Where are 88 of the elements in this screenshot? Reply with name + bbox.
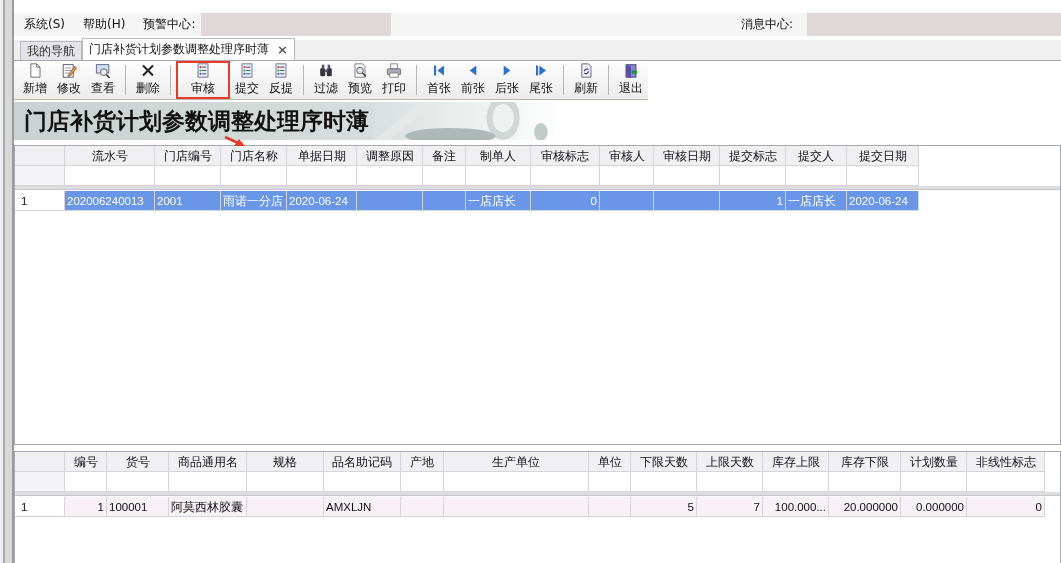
table-cell: 一店店长: [466, 191, 531, 211]
toolbar-button[interactable]: 提交: [230, 61, 264, 99]
toolbar-button[interactable]: 删除: [131, 61, 165, 99]
column-header[interactable]: 货号: [107, 452, 169, 472]
arrow: [224, 136, 246, 147]
table-cell: 5: [631, 497, 697, 517]
tab-label[interactable]: 我的导航: [27, 42, 75, 60]
column-header[interactable]: 流水号: [65, 146, 155, 166]
menu-item[interactable]: 帮助(H): [83, 16, 126, 33]
column-header[interactable]: 提交人: [786, 146, 847, 166]
field-label: 消息中心:: [740, 16, 793, 33]
toolbar-button[interactable]: 修改: [52, 61, 86, 99]
table-cell: 100001: [107, 497, 169, 517]
table-cell: 一店店长: [786, 191, 847, 211]
toolbar-button[interactable]: 新增: [18, 61, 52, 99]
table-cell: 202006240013: [65, 191, 155, 211]
toolbar-button[interactable]: 查看: [86, 61, 120, 99]
row-number: 1: [15, 497, 65, 517]
column-header[interactable]: 审核人: [600, 146, 654, 166]
table-cell: 2001: [155, 191, 221, 211]
column-header[interactable]: 计划数量: [901, 452, 967, 472]
toolbar-button[interactable]: 反提: [264, 61, 298, 99]
tab-label[interactable]: 门店补货计划参数调整处理序时薄: [89, 41, 269, 58]
toolbar-button[interactable]: 退出: [614, 61, 648, 99]
list-icon: [238, 63, 256, 78]
door-icon: [622, 63, 640, 78]
column-header[interactable]: 审核日期: [654, 146, 720, 166]
column-header[interactable]: 单位: [589, 452, 631, 472]
preview-icon: [351, 63, 369, 78]
table-cell: 0.000000: [901, 497, 967, 517]
table-cell: 0: [531, 191, 600, 211]
column-header[interactable]: 产地: [401, 452, 444, 472]
toolbar-button[interactable]: 尾张: [524, 61, 558, 99]
list-icon: [272, 63, 290, 78]
table-cell: AMXLJN: [324, 497, 401, 517]
toolbar-button[interactable]: 首张: [422, 61, 456, 99]
table-cell: 7: [697, 497, 763, 517]
toolbar-button[interactable]: 前张: [456, 61, 490, 99]
column-header[interactable]: 下限天数: [631, 452, 697, 472]
table-cell: 阿莫西林胶囊: [169, 497, 247, 517]
column-header[interactable]: 提交日期: [847, 146, 919, 166]
table-cell: 2020-06-24: [847, 191, 919, 211]
column-header[interactable]: 制单人: [466, 146, 531, 166]
table-cell: 100.000...: [763, 497, 829, 517]
column-header[interactable]: 库存上限: [763, 452, 829, 472]
field-label: 预警中心:: [143, 16, 196, 33]
table-header-cell: [15, 146, 65, 166]
column-header[interactable]: 生产单位: [444, 452, 589, 472]
column-header[interactable]: 品名助记码: [324, 452, 401, 472]
column-header[interactable]: 门店名称: [221, 146, 287, 166]
column-header[interactable]: 提交标志: [720, 146, 786, 166]
row-number: 1: [15, 191, 65, 211]
toolbar-button[interactable]: 后张: [490, 61, 524, 99]
edit-icon: [60, 63, 78, 78]
column-header[interactable]: 编号: [65, 452, 107, 472]
table-cell: 1: [65, 497, 107, 517]
column-header[interactable]: 库存下限: [829, 452, 901, 472]
toolbar-button[interactable]: 过滤: [309, 61, 343, 99]
toolbar-button[interactable]: 打印: [377, 61, 411, 99]
close-icon[interactable]: ×: [277, 42, 288, 57]
column-header[interactable]: 备注: [423, 146, 466, 166]
page-title: 门店补货计划参数调整处理序时薄: [24, 106, 369, 136]
column-header[interactable]: 商品通用名: [169, 452, 247, 472]
table-cell: 雨诺一分店: [221, 191, 287, 211]
column-header[interactable]: 门店编号: [155, 146, 221, 166]
table-cell: 2020-06-24: [287, 191, 357, 211]
table-cell: 0: [967, 497, 1045, 517]
column-header[interactable]: 非线性标志: [967, 452, 1045, 472]
table-row[interactable]: 1 1 100001 阿莫西林胶囊 AMXLJN 5 7 100.000... 20.000000 0.000000 0: [15, 497, 1060, 517]
binoculars-icon: [317, 63, 335, 78]
menu-item[interactable]: 系统(S): [24, 16, 65, 33]
table-cell: 1: [720, 191, 786, 211]
column-header[interactable]: 规格: [247, 452, 324, 472]
tab[interactable]: 我的导航: [20, 41, 82, 60]
toolbar-button[interactable]: 预览: [343, 61, 377, 99]
tab[interactable]: 门店补货计划参数调整处理序时薄 ×: [82, 38, 295, 60]
table-header-cell: [15, 452, 65, 472]
list-icon: [194, 63, 212, 78]
column-header[interactable]: 单据日期: [287, 146, 357, 166]
printer-icon: [385, 63, 403, 78]
table-cell: 20.000000: [829, 497, 901, 517]
table-row[interactable]: 1 202006240013 2001 雨诺一分店 2020-06-24 一店店长 0 1 一店店长 2020-06-24: [15, 191, 1060, 211]
toolbar-button[interactable]: 审核: [176, 61, 230, 99]
column-header[interactable]: 上限天数: [697, 452, 763, 472]
column-header[interactable]: 审核标志: [531, 146, 600, 166]
column-header[interactable]: 调整原因: [357, 146, 423, 166]
view-icon: [94, 63, 112, 78]
toolbar-button[interactable]: 刷新: [569, 61, 603, 99]
